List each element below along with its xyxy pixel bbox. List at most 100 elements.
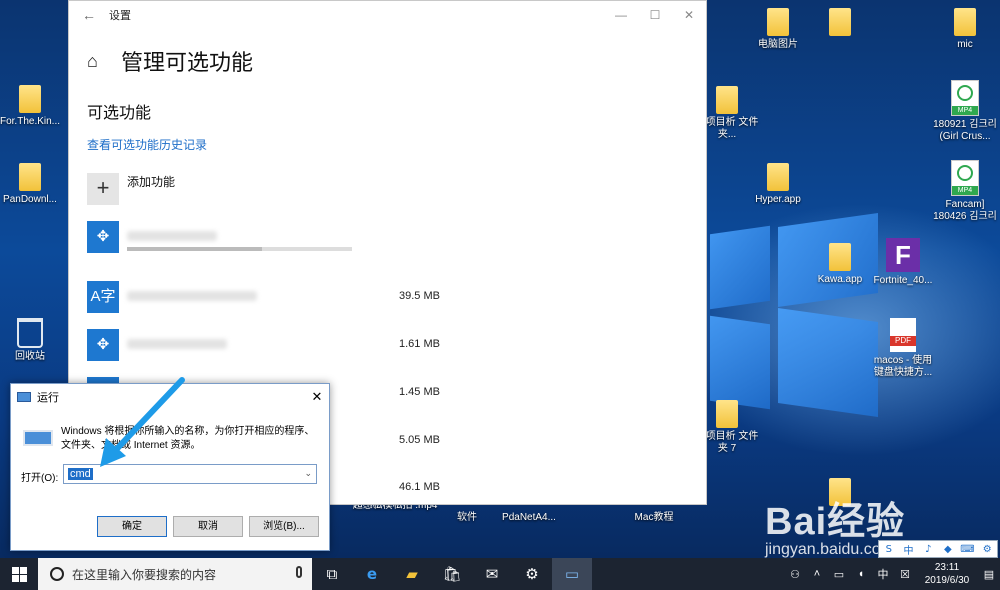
ime-toolbar[interactable]: S 中 ♪ ◆ ⌨ ⚙ [878,540,998,558]
file-explorer-icon[interactable]: ▰ [392,558,432,590]
wallpaper-pane [710,225,770,310]
annotation-arrow [100,377,185,467]
settings-gear-icon[interactable]: ⚙ [512,558,552,590]
watermark-brand: Bai经验 [765,501,906,543]
desktop-icon-label: 180921 김크리 (Girl Crus... [933,119,997,142]
font-icon: A字 [87,281,119,313]
feature-item[interactable]: A字 39.5 MB [87,281,507,313]
browse-button[interactable]: 浏览(B)... [249,516,319,537]
ok-button[interactable]: 确定 [97,516,167,537]
minimize-button[interactable]: — [604,8,638,22]
desktop-icon[interactable]: mic [930,8,1000,51]
mail-icon[interactable]: ✉ [472,558,512,590]
feature-size: 39.5 MB [399,290,440,302]
input-method[interactable]: 中 [872,566,894,582]
recycle-bin-icon [17,318,43,348]
close-icon[interactable]: ✕ [305,389,329,405]
desktop-icon[interactable]: For.The.Kin... [0,85,65,128]
folder-icon [19,85,41,113]
desktop-icon-label: Hyper.app [755,194,801,205]
ime-switch-icon[interactable]: ☒ [894,568,916,581]
notification-icon[interactable]: ▤ [978,568,1000,581]
desktop-icon-label: 软件 [457,512,477,523]
add-feature-button[interactable]: + 添加功能 [87,173,175,205]
ime-s-icon[interactable]: S [879,544,899,555]
people-icon[interactable]: ⚇ [784,568,806,581]
desktop-icon[interactable]: Mac教程 [619,512,689,524]
desktop-icon[interactable]: PanDownl... [0,163,65,206]
desktop-icon[interactable]: F Fortnite_40... [868,238,938,287]
feature-size: 46.1 MB [399,481,440,493]
puzzle-icon: ✥ [87,329,119,361]
desktop-icon[interactable] [805,8,875,39]
start-button[interactable] [0,558,38,590]
maximize-button[interactable]: ☐ [638,8,672,22]
back-arrow-icon[interactable]: ← [69,7,109,23]
volume-icon[interactable]: ◖ [850,568,872,580]
desktop-icon-label: Mac教程 [634,512,674,523]
desktop-icon-label: PanDownl... [3,194,57,205]
folder-icon [716,400,738,428]
desktop-icon-label: PdaNetA4... [502,512,556,523]
store-icon[interactable]: 🛍 [432,558,472,590]
desktop-icon[interactable]: 回收站 [0,318,65,363]
install-progress-bar [127,247,352,251]
page-title: 管理可选功能 [121,50,254,75]
home-icon[interactable]: ⌂ [87,51,121,72]
desktop-icon[interactable]: 软件 [432,512,502,524]
chevron-down-icon[interactable]: ⌄ [304,468,312,479]
ime-skin-icon[interactable]: ◆ [938,544,958,555]
clock[interactable]: 23:11 2019/6/30 [916,561,978,587]
section-title: 可选功能 [87,105,152,122]
wallpaper-pane [710,315,770,410]
history-link[interactable]: 查看可选功能历史记录 [87,136,207,153]
desktop-icon[interactable]: PDF macos - 使用 键盘快捷方... [868,318,938,379]
wallpaper-pane [778,307,878,418]
feature-size: 5.05 MB [399,434,440,446]
edge-browser-icon[interactable]: e [352,558,392,590]
desktop-icon-label: macos - 使用 键盘快捷方... [873,355,933,378]
desktop-icon[interactable]: PdaNetA4... [494,512,564,524]
desktop-icon[interactable]: 电脑图片 [743,8,813,51]
video-file-icon: MP4 [951,80,979,116]
search-placeholder: 在这里输入你要搜索的内容 [72,567,217,582]
video-file-icon: MP4 [951,160,979,196]
feature-size: 1.45 MB [399,386,440,398]
add-feature-label: 添加功能 [127,175,176,189]
microphone-icon[interactable] [296,566,302,578]
fortnite-icon: F [886,238,920,272]
run-icon [17,392,31,402]
desktop-icon-label: For.The.Kin... [0,116,61,127]
folder-icon [716,86,738,114]
desktop-icon[interactable]: Kawa.app [805,243,875,286]
open-label: 打开(O): [21,473,59,484]
chevron-up-icon[interactable]: ˄ [806,568,828,580]
desktop-icon[interactable]: Hyper.app [743,163,813,206]
cancel-button[interactable]: 取消 [173,516,243,537]
settings-icon[interactable]: ⚙ [977,544,997,555]
ime-mode[interactable]: 中 [899,542,919,557]
ime-punct-icon[interactable]: ♪ [918,544,938,555]
window-title: 设置 [109,10,131,22]
feature-size: 1.61 MB [399,338,440,350]
desktop-icon-label: mic [957,39,973,50]
pdf-file-icon: PDF [890,318,916,352]
desktop-icon[interactable]: MP4 180921 김크리 (Girl Crus... [930,80,1000,143]
feature-item[interactable]: ✥ 1.61 MB [87,329,507,361]
close-button[interactable]: ✕ [672,8,706,22]
time: 23:11 [934,562,960,573]
run-taskbar-icon[interactable]: ▭ [552,558,592,590]
folder-icon [829,8,851,36]
network-icon[interactable]: ▭ [828,568,850,581]
taskbar-search[interactable]: 在这里输入你要搜索的内容 [38,558,312,590]
windows-logo-icon [11,566,27,582]
run-program-icon [23,430,53,446]
folder-icon [829,243,851,271]
desktop-icon[interactable]: MP4 Fancam] 180426 김크리 [930,160,1000,223]
title-bar: ← 设置 — ☐ ✕ [69,1,706,29]
task-view-icon[interactable]: ⧉ [312,558,352,590]
desktop-icon-label: Fortnite_40... [873,275,933,286]
desktop-icon-label: Fancam] 180426 김크리 [933,199,997,222]
keyboard-icon[interactable]: ⌨ [958,544,978,555]
folder-icon [19,163,41,191]
